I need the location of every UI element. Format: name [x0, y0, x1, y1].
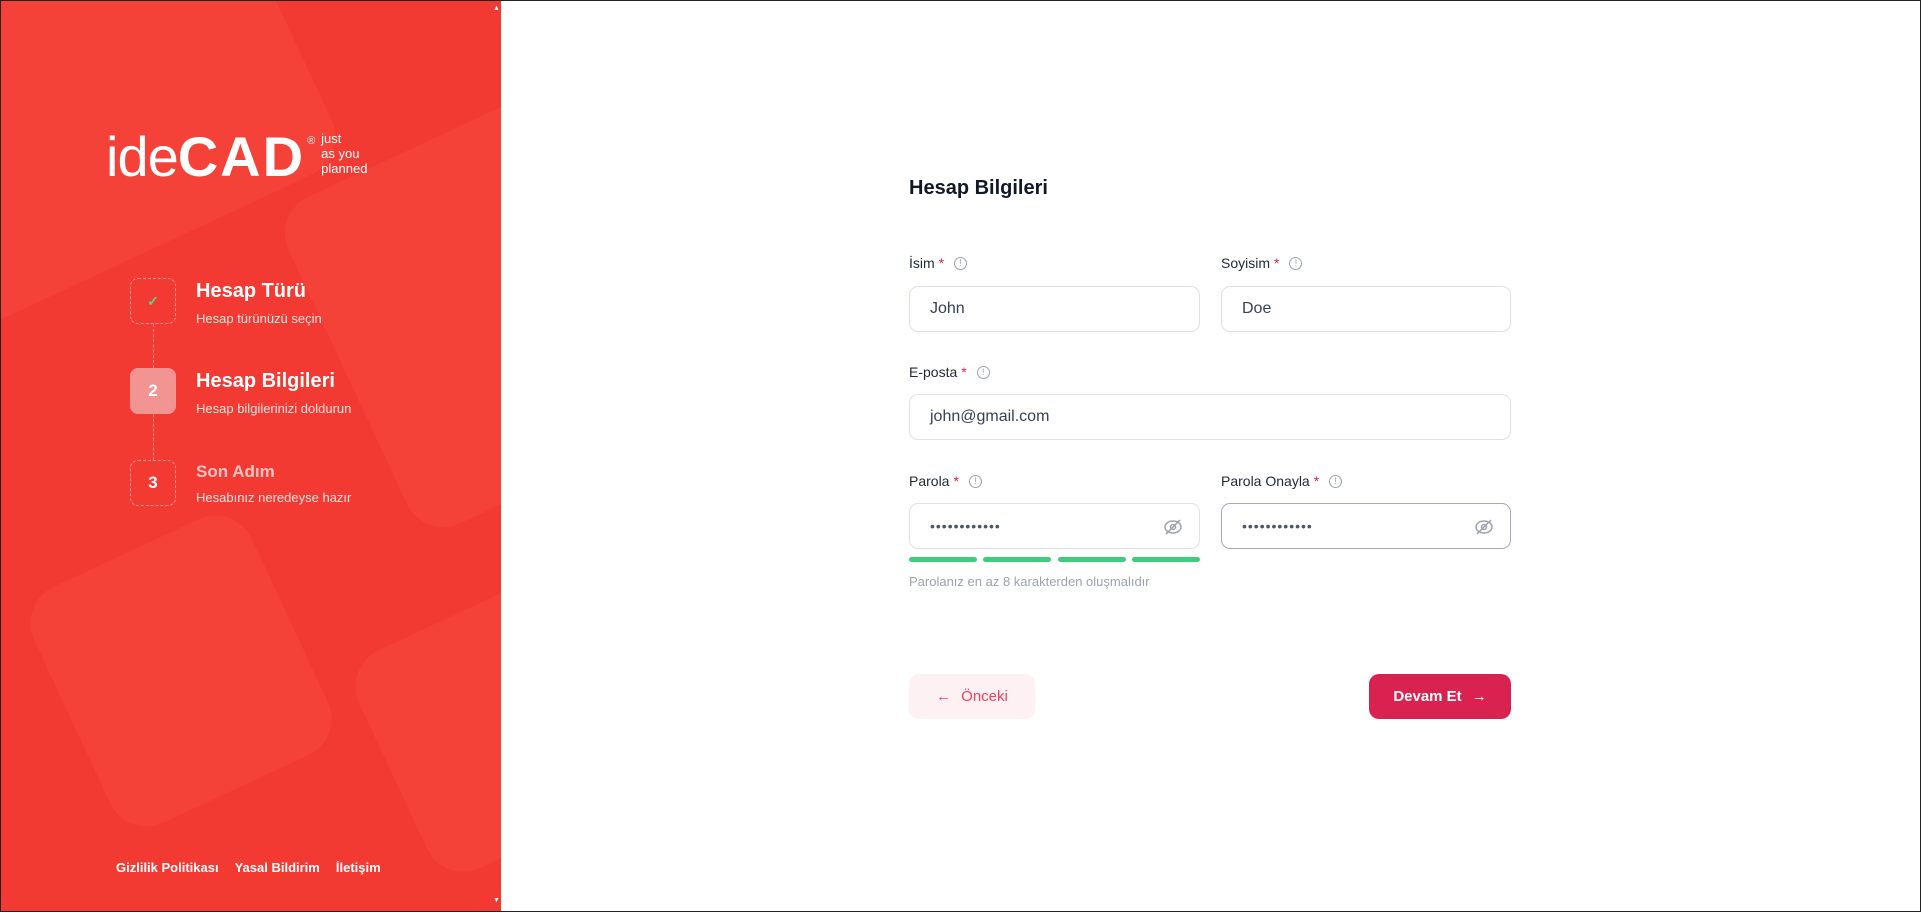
confirm-password-label: Parola Onayla *!: [1221, 473, 1343, 489]
previous-button[interactable]: ← Önceki: [909, 674, 1035, 719]
arrow-right-icon: →: [1471, 688, 1487, 705]
step-title: Son Adım: [196, 462, 275, 481]
last-name-input[interactable]: Doe: [1221, 286, 1511, 332]
logo-text-bold: CAD: [177, 125, 306, 188]
decorative-shape: [17, 502, 345, 840]
logo-text-light: ide: [106, 125, 179, 188]
step-son-adim[interactable]: 3 Son Adım Hesabınız neredeyse hazır: [130, 460, 351, 506]
info-icon[interactable]: !: [976, 365, 990, 379]
page-title: Hesap Bilgileri: [909, 177, 1048, 199]
password-label: Parola *!: [909, 473, 982, 489]
legal-notice-link[interactable]: Yasal Bildirim: [235, 860, 320, 875]
step-hesap-bilgileri[interactable]: 2 Hesap Bilgileri Hesap bilgilerinizi dol…: [130, 368, 351, 416]
email-input[interactable]: john@gmail.com: [909, 394, 1511, 440]
step-connector: [153, 324, 154, 368]
password-hint: Parolanız en az 8 karakterden oluşmalıdı…: [909, 574, 1150, 589]
eye-off-icon[interactable]: [1163, 517, 1183, 537]
step-title: Hesap Bilgileri: [196, 370, 335, 392]
confirm-password-input[interactable]: ••••••••••••: [1221, 503, 1511, 549]
step-number: 3: [130, 460, 176, 506]
contact-link[interactable]: İletişim: [336, 860, 381, 875]
first-name-input[interactable]: John: [909, 286, 1200, 332]
step-subtitle: Hesap bilgilerinizi doldurun: [196, 401, 352, 416]
check-icon: ✓: [130, 278, 176, 324]
scroll-up-arrow[interactable]: ▲: [493, 5, 500, 12]
step-hesap-turu[interactable]: ✓ Hesap Türü Hesap türünüzü seçin: [130, 278, 322, 326]
logo-tagline: just as you planned: [321, 131, 367, 176]
eye-off-icon[interactable]: [1474, 517, 1494, 537]
tagline-line: planned: [321, 161, 368, 176]
scroll-down-arrow[interactable]: ▼: [493, 897, 500, 904]
step-number: 2: [130, 368, 176, 414]
sidebar-panel: ▲ ▼ ide CAD ® just as you planned ✓ Hesa…: [1, 1, 501, 911]
password-strength-segment: [983, 557, 1051, 562]
privacy-policy-link[interactable]: Gizlilik Politikası: [116, 860, 219, 875]
continue-button[interactable]: Devam Et →: [1369, 674, 1511, 719]
tagline-line: as you: [321, 146, 360, 161]
step-connector: [153, 414, 154, 460]
step-subtitle: Hesabınız neredeyse hazır: [196, 490, 352, 505]
last-name-label: Soyisim *!: [1221, 255, 1303, 271]
password-strength-segment: [1132, 557, 1200, 562]
info-icon[interactable]: !: [968, 474, 982, 488]
idecad-logo: ide CAD ® just as you planned: [106, 129, 367, 185]
footer-links: Gizlilik Politikası Yasal Bildirim İleti…: [116, 860, 381, 875]
info-icon[interactable]: !: [1329, 474, 1343, 488]
step-subtitle: Hesap türünüzü seçin: [196, 311, 322, 326]
password-strength-segment: [909, 557, 977, 562]
registered-mark: ®: [307, 135, 316, 147]
decorative-shape: [342, 557, 501, 885]
password-strength-segment: [1058, 557, 1126, 562]
password-input[interactable]: ••••••••••••: [909, 503, 1200, 549]
tagline-line: just: [321, 131, 342, 146]
email-label: E-posta *!: [909, 364, 990, 380]
step-title: Hesap Türü: [196, 280, 307, 302]
info-icon[interactable]: !: [1289, 256, 1303, 270]
first-name-label: İsim *!: [909, 255, 968, 271]
info-icon[interactable]: !: [954, 256, 968, 270]
arrow-left-icon: ←: [936, 688, 952, 705]
